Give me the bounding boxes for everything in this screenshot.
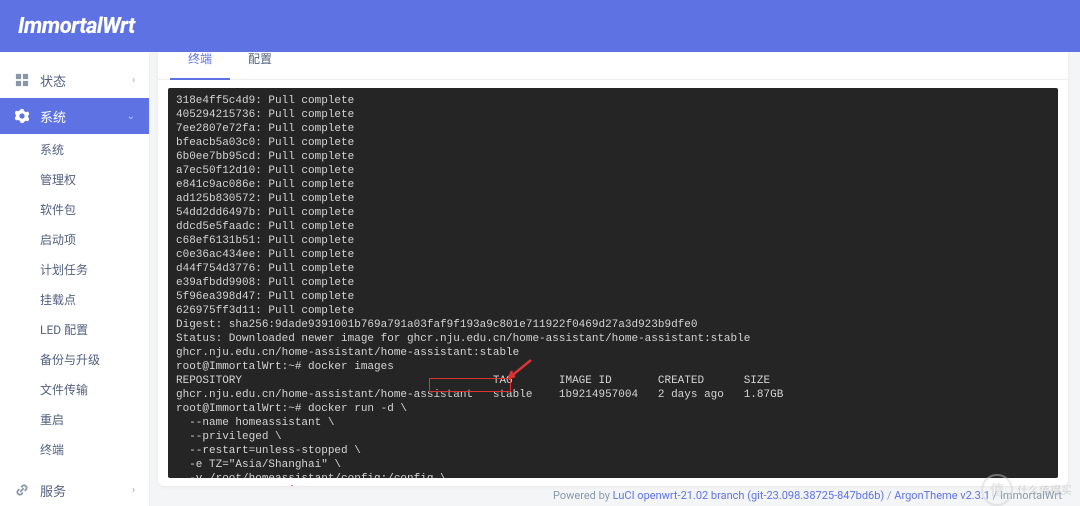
watermark-icon: 值 [981,474,1013,506]
watermark: 值 什么值得买 [981,474,1072,506]
sidebar-sub-software[interactable]: 软件包 [0,194,149,224]
sidebar-item-label: 服务 [40,481,66,500]
sidebar-item-status[interactable]: 状态 › [0,62,149,98]
sidebar-sub-mount[interactable]: 挂载点 [0,284,149,314]
sidebar-sub-led[interactable]: LED 配置 [0,314,149,344]
sidebar-item-services[interactable]: 服务 › [0,472,149,506]
brand-logo: ImmortalWrt [18,14,135,39]
sidebar-sub-filetransfer[interactable]: 文件传输 [0,374,149,404]
dashboard-icon [14,72,30,88]
terminal-output[interactable]: 318e4ff5c4d9: Pull complete 405294215736… [168,88,1058,478]
sidebar: 状态 › 系统 ⌄ 系统 管理权 软件包 启动项 计划任务 挂载点 LED 配置… [0,52,150,506]
sidebar-sub-scheduled[interactable]: 计划任务 [0,254,149,284]
main-panel: 终端 配置 318e4ff5c4d9: Pull complete 405294… [158,38,1068,486]
sidebar-item-system[interactable]: 系统 ⌄ [0,98,149,134]
sidebar-sub-backup[interactable]: 备份与升级 [0,344,149,374]
footer-luci-link[interactable]: LuCI openwrt-21.02 branch (git-23.098.38… [613,489,885,502]
sidebar-sub-admin[interactable]: 管理权 [0,164,149,194]
sidebar-sub-terminal[interactable]: 终端 [0,434,149,464]
link-icon [14,482,30,498]
watermark-text: 什么值得买 [1017,482,1072,498]
app-header: ImmortalWrt [0,0,1080,52]
sidebar-sub-system[interactable]: 系统 [0,134,149,164]
gear-icon [14,108,30,124]
terminal-container: 318e4ff5c4d9: Pull complete 405294215736… [158,80,1068,486]
sidebar-sub-reboot[interactable]: 重启 [0,404,149,434]
footer-theme-link[interactable]: ArgonTheme v2.3.1 [894,489,990,502]
chevron-right-icon: › [132,485,135,496]
footer-prefix: Powered by [553,489,610,502]
arrow-annotation-icon [263,484,295,486]
sidebar-sub-startup[interactable]: 启动项 [0,224,149,254]
chevron-right-icon: › [132,75,135,86]
chevron-down-icon: ⌄ [127,111,135,122]
sidebar-item-label: 状态 [40,71,66,90]
sidebar-item-label: 系统 [40,107,66,126]
